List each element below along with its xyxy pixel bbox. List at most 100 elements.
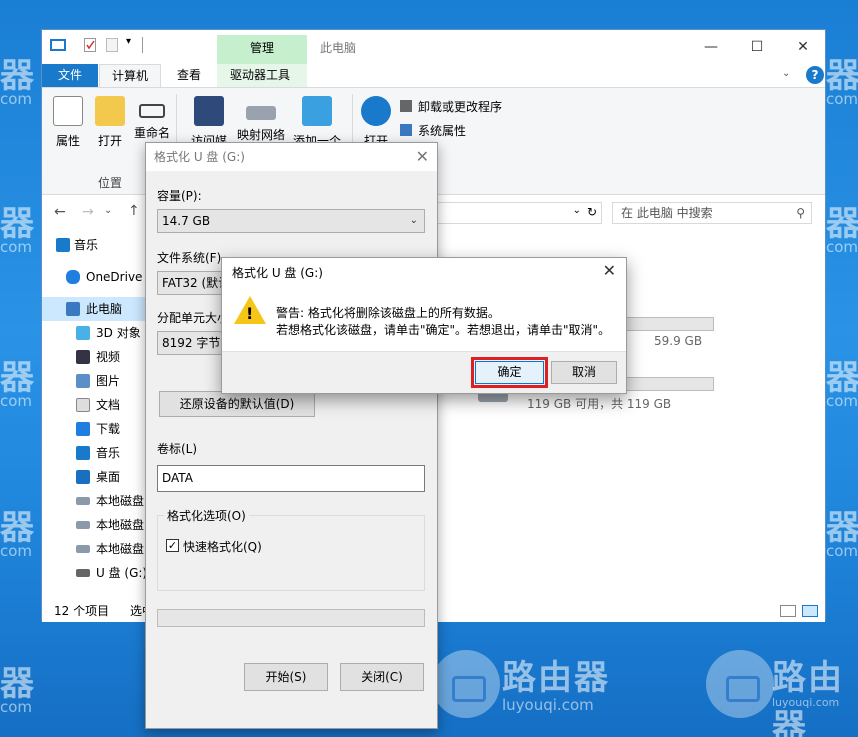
system-properties-label: 系统属性 (418, 124, 467, 138)
watermark-text: 路由器 (772, 658, 844, 737)
nav-item-local-disk-1[interactable]: 本地磁盘 (42, 489, 152, 513)
up-arrow-icon[interactable]: ↑ (128, 203, 140, 219)
open-button[interactable]: 打开 (90, 92, 130, 149)
rename-button[interactable]: 重命名 (132, 92, 172, 141)
address-dropdown-icon[interactable]: ⌄ (573, 205, 581, 216)
refresh-icon[interactable]: ↻ (587, 205, 597, 219)
document-icon (76, 398, 90, 412)
back-arrow-icon[interactable]: ← (54, 204, 66, 220)
watermark-site: com (0, 392, 33, 410)
nav-item-videos[interactable]: 视频 (42, 345, 152, 369)
nav-item-local-disk-2[interactable]: 本地磁盘 (42, 513, 152, 537)
nav-item-documents[interactable]: 文档 (42, 393, 152, 417)
properties-button[interactable]: 属性 (48, 92, 88, 149)
watermark-logo-icon (432, 650, 500, 718)
new-folder-icon[interactable] (106, 38, 118, 52)
allocation-unit-value: 8192 字节 (162, 336, 221, 350)
capacity-select[interactable]: 14.7 GB ⌄ (157, 209, 425, 233)
help-icon[interactable]: ? (806, 66, 824, 84)
warning-body: ! 警告: 格式化将删除该磁盘上的所有数据。 若想格式化该磁盘，请单击"确定"。… (222, 286, 626, 351)
nav-item-label: 此电脑 (86, 302, 123, 316)
nav-item-label: 本地磁盘 (96, 542, 145, 556)
tab-computer[interactable]: 计算机 (99, 64, 162, 87)
start-button[interactable]: 开始(S) (244, 663, 328, 691)
media-icon (194, 96, 224, 126)
desktop-icon (76, 470, 90, 484)
ribbon-tabs: 文件 计算机 查看 驱动器工具 ⌄ ? (42, 64, 825, 87)
close-button[interactable]: ✕ (780, 36, 826, 58)
system-icon (400, 124, 412, 136)
close-icon[interactable]: ✕ (603, 261, 616, 280)
watermark-site: com (0, 698, 33, 716)
watermark-site: com (0, 542, 33, 560)
watermark-site: com (0, 238, 33, 256)
tab-view[interactable]: 查看 (165, 64, 213, 87)
tab-drive-tools[interactable]: 驱动器工具 (218, 64, 302, 87)
exclamation-icon: ! (246, 304, 254, 323)
nav-item-downloads[interactable]: 下载 (42, 417, 152, 441)
watermark-site: com (0, 90, 33, 108)
nav-item-label: 音乐 (74, 238, 99, 252)
drive-icon (76, 545, 90, 553)
watermark-site: luyouqi.com (772, 696, 840, 709)
ribbon-collapse-icon[interactable]: ⌄ (782, 68, 790, 79)
uninstall-program-button[interactable]: 卸载或更改程序 (400, 98, 502, 115)
nav-item-local-disk-3[interactable]: 本地磁盘 (42, 537, 152, 561)
minimize-button[interactable]: — (688, 36, 734, 58)
nav-item-label: OneDrive (86, 270, 143, 284)
nav-item-music-quick[interactable]: 音乐 (42, 233, 152, 257)
computer-icon (50, 39, 66, 51)
close-dialog-button[interactable]: 关闭(C) (340, 663, 424, 691)
format-dialog-title-bar: 格式化 U 盘 (G:) ✕ (146, 143, 437, 171)
system-properties-button[interactable]: 系统属性 (400, 122, 466, 139)
add-network-location-button[interactable]: 添加一个 (292, 92, 342, 149)
video-icon (76, 350, 90, 364)
recent-locations-icon[interactable]: ⌄ (104, 205, 112, 216)
cancel-button[interactable]: 取消 (551, 361, 617, 384)
details-view-icon[interactable] (780, 605, 796, 617)
nav-item-label: 下载 (96, 422, 121, 436)
format-options-label: 格式化选项(O) (164, 507, 249, 524)
ok-button[interactable]: 确定 (475, 361, 544, 384)
properties-icon (53, 96, 83, 126)
download-arrow-icon (76, 422, 90, 436)
forward-arrow-icon[interactable]: → (82, 204, 94, 220)
properties-label: 属性 (55, 134, 80, 148)
restore-defaults-button[interactable]: 还原设备的默认值(D) (159, 391, 315, 417)
search-icon: ⚲ (796, 206, 805, 220)
network-drive-icon (246, 106, 276, 120)
format-progress-bar (157, 609, 425, 627)
large-icons-view-icon[interactable] (802, 605, 818, 617)
item-count: 12 个项目 (54, 604, 110, 618)
nav-item-usb-drive[interactable]: U 盘 (G:) (42, 561, 152, 585)
manage-context-header: 管理 (217, 35, 307, 64)
properties-icon[interactable] (84, 38, 96, 52)
map-network-drive-button[interactable]: 映射网络 (236, 92, 286, 143)
network-location-icon (302, 96, 332, 126)
tab-file[interactable]: 文件 (42, 64, 98, 87)
open-label: 打开 (97, 134, 122, 148)
settings-gear-icon (361, 96, 391, 126)
customize-quick-access-icon[interactable]: ▾ (126, 36, 131, 47)
folder-icon (95, 96, 125, 126)
warning-footer: 确定 取消 (222, 351, 626, 393)
open-settings-button[interactable]: 打开 (356, 92, 396, 149)
nav-item-onedrive[interactable]: OneDrive (42, 265, 152, 289)
search-input[interactable]: 在 此电脑 中搜索 ⚲ (612, 202, 812, 224)
maximize-button[interactable]: ☐ (734, 36, 780, 58)
address-bar[interactable]: ⌄ ↻ (422, 202, 602, 224)
nav-item-desktop[interactable]: 桌面 (42, 465, 152, 489)
nav-item-label: 音乐 (96, 446, 121, 460)
nav-item-label: 桌面 (96, 470, 121, 484)
title-divider (142, 37, 143, 53)
close-icon[interactable]: ✕ (416, 143, 429, 171)
nav-item-3d-objects[interactable]: 3D 对象 (42, 321, 152, 345)
drive-size-text: 59.9 GB (654, 334, 703, 348)
nav-item-music[interactable]: 音乐 (42, 441, 152, 465)
volume-label-input[interactable]: DATA (157, 465, 425, 492)
rename-label: 重命名 (133, 126, 170, 140)
nav-item-this-pc[interactable]: 此电脑 (42, 297, 152, 321)
quick-format-checkbox[interactable]: ✓ (166, 539, 179, 552)
nav-item-pictures[interactable]: 图片 (42, 369, 152, 393)
music-icon (56, 238, 70, 252)
